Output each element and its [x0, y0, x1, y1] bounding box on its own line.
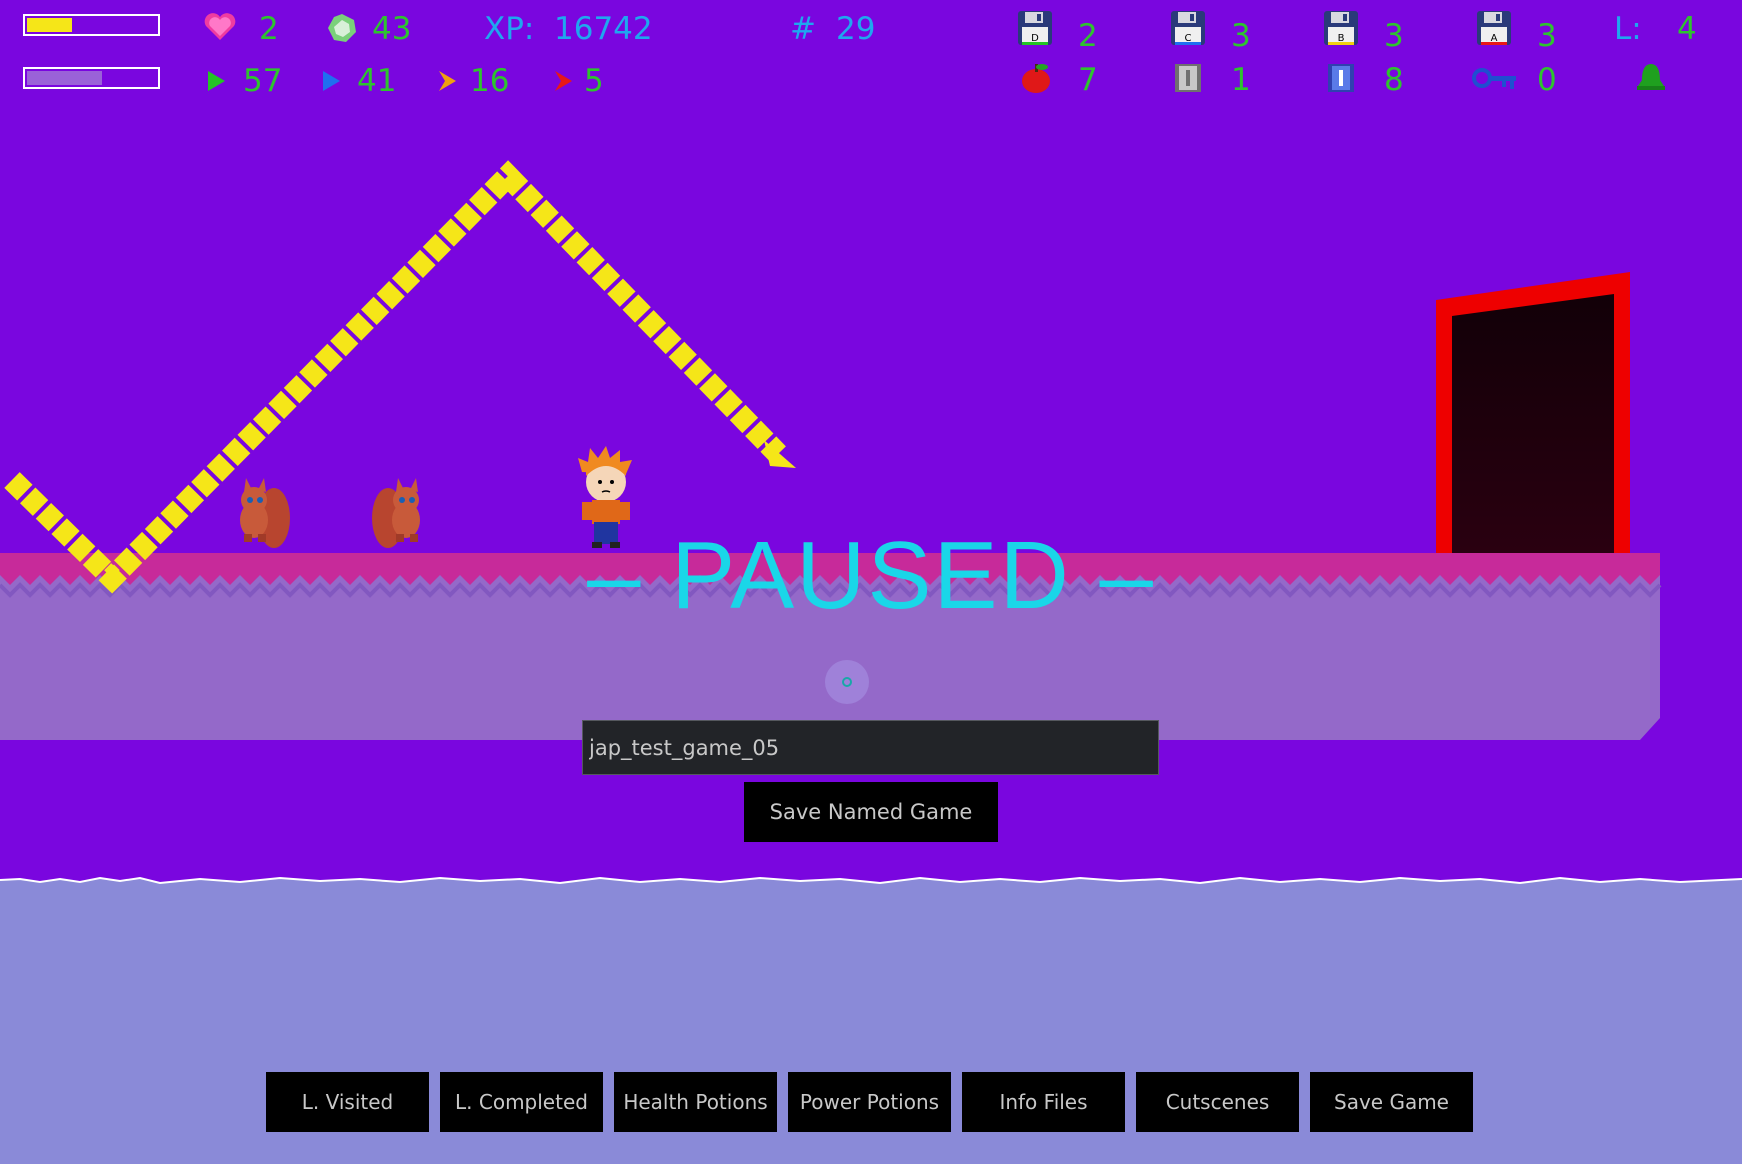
green-arrow-icon	[206, 70, 226, 96]
floppy-disk-a-icon: A	[1476, 10, 1512, 50]
cursor-indicator	[825, 660, 869, 704]
orange-chevron-icon	[437, 70, 457, 96]
paused-title: – PAUSED –	[587, 522, 1155, 629]
blue-files-count: 8	[1384, 62, 1404, 98]
health-bar-fill	[27, 18, 72, 32]
levels-visited-button[interactable]: L. Visited	[266, 1072, 429, 1132]
save-game-button[interactable]: Save Game	[1310, 1072, 1473, 1132]
disk-b-count: 3	[1384, 18, 1404, 54]
blue-info-file-icon	[1326, 62, 1356, 98]
green-arrow-count: 57	[243, 63, 283, 99]
info-files-button[interactable]: Info Files	[962, 1072, 1125, 1132]
save-named-game-button[interactable]: Save Named Game	[744, 782, 998, 842]
keys-count: 0	[1537, 62, 1557, 98]
disk-c-count: 3	[1231, 18, 1251, 54]
blue-arrow-icon	[321, 70, 341, 96]
hash-label: #	[790, 11, 816, 47]
hash-value: 29	[836, 11, 876, 47]
levels-completed-button[interactable]: L. Completed	[440, 1072, 603, 1132]
xp-value: 16742	[554, 11, 653, 47]
floppy-disk-b-icon: B	[1323, 10, 1359, 50]
level-value: 4	[1677, 11, 1697, 47]
level-label: L:	[1614, 11, 1642, 47]
disk-d-count: 2	[1078, 18, 1098, 54]
health-potions-button[interactable]: Health Potions	[614, 1072, 777, 1132]
power-bar-fill	[27, 71, 102, 85]
cutscenes-button[interactable]: Cutscenes	[1136, 1072, 1299, 1132]
disk-a-count: 3	[1537, 18, 1557, 54]
exit-door	[1436, 272, 1630, 553]
apples-count: 7	[1078, 62, 1098, 98]
red-chevron-icon	[553, 70, 573, 96]
grey-info-file-icon	[1173, 62, 1203, 98]
floppy-disk-c-icon: C	[1170, 10, 1206, 50]
power-bar	[23, 67, 160, 89]
apple-icon	[1019, 61, 1053, 99]
green-bell-icon	[1634, 60, 1668, 98]
lives-count: 2	[259, 11, 279, 47]
blue-arrow-count: 41	[357, 63, 397, 99]
heart-icon	[203, 12, 237, 46]
red-chevron-count: 5	[584, 63, 604, 99]
orange-chevron-count: 16	[470, 63, 510, 99]
xp-label: XP:	[484, 11, 535, 47]
floppy-disk-d-icon: D	[1017, 10, 1053, 50]
gems-count: 43	[372, 11, 412, 47]
power-potions-button[interactable]: Power Potions	[788, 1072, 951, 1132]
key-icon	[1472, 66, 1518, 96]
save-name-input[interactable]	[582, 720, 1159, 775]
grey-files-count: 1	[1231, 62, 1251, 98]
gem-icon	[326, 12, 358, 48]
health-bar	[23, 14, 160, 36]
